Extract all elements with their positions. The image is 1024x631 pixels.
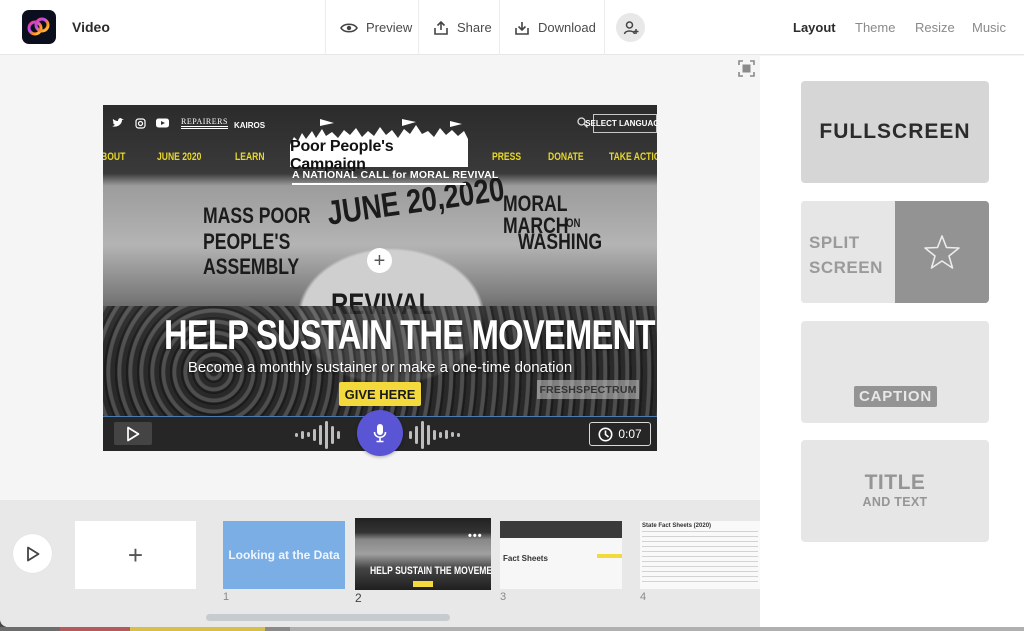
eye-icon (340, 22, 358, 33)
banner-left-line3: ASSEMBLY (203, 254, 300, 279)
add-user-icon (623, 20, 638, 34)
duration-display: 0:07 (589, 422, 651, 446)
top-bar: Video Preview Share Download Layout Them… (0, 0, 1024, 55)
plus-icon: + (127, 539, 144, 570)
scene-4-table (642, 531, 758, 585)
share-label: Share (457, 20, 492, 35)
add-element-button[interactable]: + (367, 248, 392, 273)
scene-number-1: 1 (223, 591, 230, 603)
scene-number-3: 3 (500, 591, 507, 603)
scene-thumbnail-3[interactable]: Fact Sheets (500, 521, 622, 589)
tab-theme[interactable]: Theme (855, 20, 895, 35)
campaign-logo-name: Poor People's Campaign (290, 138, 468, 173)
scene-3-title: Fact Sheets (503, 554, 548, 563)
play-icon (127, 426, 140, 441)
scene-thumbnail-4[interactable]: State Fact Sheets (2020) (640, 521, 760, 589)
split-label-line2: SCREEN (809, 258, 883, 277)
watermark: FRESHSPECTRUM (537, 380, 639, 399)
play-icon (26, 546, 39, 561)
nav-take-action[interactable]: TAKE ACTIO (609, 151, 657, 163)
layout-fullscreen-label: FULLSCREEN (819, 120, 971, 143)
campaign-logo[interactable]: Poor People's Campaign A NATIONAL CALL f… (290, 138, 498, 189)
slide-subline: Become a monthly sustainer or make a one… (187, 359, 573, 376)
star-icon (924, 235, 960, 269)
play-all-button[interactable] (13, 534, 52, 573)
title-label: TITLE (864, 471, 926, 494)
waveform-left (295, 417, 340, 452)
banner-left-line1: MASS POOR (203, 203, 311, 228)
nav-press[interactable]: PRESS (492, 151, 521, 163)
background-window-strip (0, 627, 1024, 631)
download-label: Download (538, 20, 596, 35)
caption-label: CAPTION (854, 386, 937, 407)
nav-learn[interactable]: LEARN (235, 151, 265, 163)
scene-thumbnail-1[interactable]: Looking at the Data (223, 521, 345, 589)
tab-resize[interactable]: Resize (915, 20, 955, 35)
microphone-icon (373, 424, 387, 443)
add-scene-button[interactable]: + (75, 521, 196, 589)
layout-title-and-text[interactable]: TITLE AND TEXT (801, 440, 989, 542)
scene-1-title: Looking at the Data (228, 548, 340, 562)
banner-right-bottom: WASHING (518, 229, 603, 254)
scene-menu-icon[interactable]: ••• (468, 530, 483, 542)
scene-2-title: HELP SUSTAIN THE MOVEMENT (369, 565, 491, 577)
select-language-button[interactable]: SELECT LANGUAGE (585, 114, 657, 133)
scene-2-cta (413, 581, 433, 587)
divider (604, 0, 605, 55)
layout-fullscreen[interactable]: FULLSCREEN (801, 81, 989, 183)
scene-3-header (500, 521, 622, 538)
preview-label: Preview (366, 20, 413, 35)
download-icon (515, 21, 529, 35)
download-button[interactable]: Download (499, 0, 610, 55)
kairos-logo: KAIROS (234, 121, 266, 130)
slide-headline: HELP SUSTAIN THE MOVEMENT (163, 311, 656, 358)
app-logo-icon[interactable] (22, 10, 56, 44)
layout-caption[interactable]: CAPTION (801, 321, 989, 423)
nav-june-2020[interactable]: JUNE 2020 (157, 151, 201, 163)
title-sublabel: AND TEXT (862, 495, 928, 509)
youtube-icon (156, 118, 169, 128)
play-button[interactable] (114, 422, 152, 445)
app-title: Video (72, 19, 110, 35)
twitter-icon (112, 118, 124, 127)
banner-right-mid: ON (566, 216, 581, 230)
app-window: Video Preview Share Download Layout Them… (0, 0, 1024, 627)
split-text-side: SPLIT SCREEN (801, 201, 895, 303)
upload-icon (434, 20, 448, 35)
tab-layout[interactable]: Layout (793, 20, 836, 35)
split-media-side (895, 201, 989, 303)
instagram-icon (135, 118, 146, 129)
plus-icon: + (373, 249, 386, 272)
layout-split-screen[interactable]: SPLIT SCREEN (801, 201, 989, 303)
duration-text: 0:07 (618, 427, 642, 441)
tab-music[interactable]: Music (972, 20, 1006, 35)
preview-button[interactable]: Preview (325, 0, 426, 55)
give-here-button[interactable]: GIVE HERE (339, 382, 421, 406)
scene-number-2: 2 (355, 591, 362, 605)
record-voice-button[interactable] (357, 410, 403, 456)
campaign-logo-tagline: A NATIONAL CALL for MORAL REVIVAL (292, 169, 498, 185)
clock-icon (598, 427, 613, 441)
nav-about[interactable]: BOUT (103, 151, 125, 163)
nav-donate[interactable]: DONATE (548, 151, 584, 163)
slide-preview[interactable]: MASS POOR PEOPLE'S ASSEMBLY JUNE 20,2020… (103, 105, 657, 416)
scene-4-title: State Fact Sheets (2020) (642, 523, 712, 529)
scene-timeline: + Looking at the Data 1 ••• HELP SUSTAIN… (0, 500, 760, 627)
layout-panel: FULLSCREEN SPLIT SCREEN CAPTION TITLE AN… (760, 56, 1024, 627)
fit-screen-icon[interactable] (738, 60, 755, 77)
invite-button[interactable] (616, 13, 645, 42)
split-label: SPLIT SCREEN (809, 230, 883, 280)
scene-number-4: 4 (640, 591, 647, 603)
waveform-right (409, 417, 460, 452)
split-label-line1: SPLIT (809, 233, 860, 252)
repairers-logo: REPAIRERS (181, 117, 228, 129)
scene-3-highlight (597, 554, 622, 558)
scene-thumbnail-2[interactable]: ••• HELP SUSTAIN THE MOVEMENT (355, 518, 491, 590)
banner-left-line2: PEOPLE'S (203, 229, 291, 254)
timeline-scrollbar[interactable] (206, 614, 450, 621)
share-button[interactable]: Share (418, 0, 506, 55)
